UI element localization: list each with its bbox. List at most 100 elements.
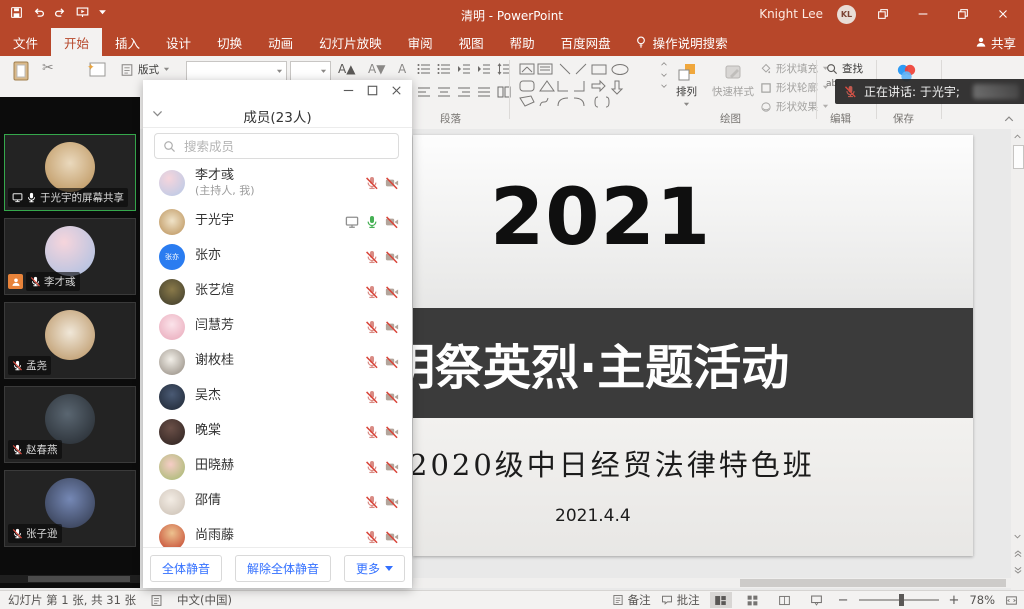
member-row[interactable]: 于光宇 xyxy=(143,204,412,239)
justify-icon[interactable] xyxy=(476,84,492,100)
video-tile[interactable]: 孟尧 xyxy=(4,302,136,379)
font-name-box[interactable] xyxy=(186,61,287,81)
font-size-box[interactable] xyxy=(290,61,331,81)
video-strip-scrollbar[interactable] xyxy=(0,575,140,583)
scroll-down-button[interactable] xyxy=(1011,529,1024,543)
member-row[interactable]: 张亦 张亦 xyxy=(143,239,412,274)
screen-share-icon[interactable] xyxy=(345,215,359,229)
zoom-slider-thumb[interactable] xyxy=(899,594,904,606)
minimize-icon[interactable] xyxy=(341,83,356,98)
tab-baidu-netdisk[interactable]: 百度网盘 xyxy=(548,28,624,56)
shrink-font-icon[interactable]: A▼ xyxy=(368,62,385,76)
camera-off-icon[interactable] xyxy=(385,176,399,190)
member-row[interactable]: 晚棠 xyxy=(143,414,412,449)
member-row[interactable]: 张艺煊 xyxy=(143,274,412,309)
member-row[interactable]: 邵倩 xyxy=(143,484,412,519)
slideshow-view-button[interactable] xyxy=(806,592,828,608)
minimize-button[interactable] xyxy=(910,0,936,28)
mute-all-button[interactable]: 全体静音 xyxy=(150,555,222,582)
slide-sorter-view-button[interactable] xyxy=(742,592,764,608)
tab-slideshow[interactable]: 幻灯片放映 xyxy=(306,28,395,56)
account-avatar[interactable]: KL xyxy=(837,5,856,24)
tab-view[interactable]: 视图 xyxy=(446,28,497,56)
maximize-icon[interactable] xyxy=(365,83,380,98)
zoom-level[interactable]: 78% xyxy=(969,593,995,607)
cut-icon[interactable]: ✂ xyxy=(42,60,54,76)
previous-slide-button[interactable] xyxy=(1011,546,1024,560)
share-button[interactable]: 共享 xyxy=(975,28,1016,56)
tab-design[interactable]: 设计 xyxy=(153,28,204,56)
member-row[interactable]: 吴杰 xyxy=(143,379,412,414)
ribbon-display-options-button[interactable] xyxy=(870,0,896,28)
align-center-icon[interactable] xyxy=(436,84,452,100)
mic-muted-icon[interactable] xyxy=(365,495,379,509)
camera-off-icon[interactable] xyxy=(385,425,399,439)
shape-effects-button[interactable]: 形状效果 xyxy=(760,99,829,114)
clear-format-icon[interactable]: A xyxy=(398,62,406,76)
tab-file[interactable]: 文件 xyxy=(0,28,51,56)
close-button[interactable] xyxy=(990,0,1016,28)
member-row[interactable]: 田晓赫 xyxy=(143,449,412,484)
tab-review[interactable]: 审阅 xyxy=(395,28,446,56)
mic-muted-icon[interactable] xyxy=(365,250,379,264)
mic-muted-icon[interactable] xyxy=(365,530,379,544)
slide-canvas[interactable]: 2021 明祭英烈·主题活动 2020级中日经贸法律特色班 2021.4.4 xyxy=(413,135,973,556)
zoom-out-button[interactable]: − xyxy=(838,593,849,608)
member-row[interactable]: 谢枚桂 xyxy=(143,344,412,379)
tell-me-search[interactable]: 操作说明搜索 xyxy=(624,28,738,56)
paste-icon[interactable] xyxy=(12,60,32,82)
language-status[interactable]: 中文(中国) xyxy=(177,592,232,608)
shape-fill-button[interactable]: 形状填充 xyxy=(760,61,829,76)
more-button[interactable]: 更多 xyxy=(344,555,405,582)
collapse-ribbon-icon[interactable] xyxy=(1002,113,1016,125)
tab-transitions[interactable]: 切换 xyxy=(204,28,255,56)
video-tile[interactable]: 赵春燕 xyxy=(4,386,136,463)
mic-muted-icon[interactable] xyxy=(365,460,379,474)
quick-styles-button[interactable]: 快速样式 xyxy=(712,62,754,99)
camera-off-icon[interactable] xyxy=(385,285,399,299)
tab-help[interactable]: 帮助 xyxy=(497,28,548,56)
mic-muted-icon[interactable] xyxy=(365,355,379,369)
scroll-up-button[interactable] xyxy=(1011,129,1024,143)
accessibility-check-icon[interactable] xyxy=(150,594,163,607)
increase-indent-icon[interactable] xyxy=(476,61,492,77)
reading-view-button[interactable] xyxy=(774,592,796,608)
mic-on-icon[interactable] xyxy=(365,215,379,229)
video-tile[interactable]: 张子逊 xyxy=(4,470,136,547)
shapes-gallery[interactable] xyxy=(518,60,656,112)
layout-button[interactable]: 版式 xyxy=(120,62,170,77)
tab-animations[interactable]: 动画 xyxy=(255,28,306,56)
member-search-box[interactable] xyxy=(154,133,399,159)
mic-muted-icon[interactable] xyxy=(365,425,379,439)
new-slide-icon[interactable]: ✦ xyxy=(86,60,108,80)
comments-button[interactable]: 批注 xyxy=(661,592,700,608)
align-right-icon[interactable] xyxy=(456,84,472,100)
mic-muted-icon[interactable] xyxy=(365,320,379,334)
video-tile[interactable]: 李才彧 xyxy=(4,218,136,295)
camera-off-icon[interactable] xyxy=(385,320,399,334)
camera-off-icon[interactable] xyxy=(385,530,399,544)
camera-off-icon[interactable] xyxy=(385,355,399,369)
camera-off-icon[interactable] xyxy=(385,215,399,229)
camera-off-icon[interactable] xyxy=(385,390,399,404)
member-row[interactable]: 李才彧 (主持人, 我) xyxy=(143,162,412,204)
vertical-scrollbar[interactable] xyxy=(1011,129,1024,590)
horizontal-scrollbar[interactable] xyxy=(413,578,1011,588)
next-slide-button[interactable] xyxy=(1011,563,1024,577)
tab-insert[interactable]: 插入 xyxy=(102,28,153,56)
scrollbar-thumb[interactable] xyxy=(1013,145,1024,169)
grow-font-icon[interactable]: A▲ xyxy=(338,62,355,76)
member-row[interactable]: 尚雨藤 xyxy=(143,519,412,548)
account-name[interactable]: Knight Lee xyxy=(759,7,823,21)
video-strip-scrollbar-thumb[interactable] xyxy=(28,576,130,582)
mic-muted-icon[interactable] xyxy=(365,390,379,404)
align-left-icon[interactable] xyxy=(416,84,432,100)
shape-outline-button[interactable]: 形状轮廓 xyxy=(760,80,829,95)
restore-button[interactable] xyxy=(950,0,976,28)
unmute-all-button[interactable]: 解除全体静音 xyxy=(235,555,331,582)
close-icon[interactable] xyxy=(389,83,404,98)
slide-number-status[interactable]: 幻灯片 第 1 张, 共 31 张 xyxy=(8,592,136,608)
normal-view-button[interactable] xyxy=(710,592,732,608)
camera-off-icon[interactable] xyxy=(385,250,399,264)
mic-muted-icon[interactable] xyxy=(365,176,379,190)
